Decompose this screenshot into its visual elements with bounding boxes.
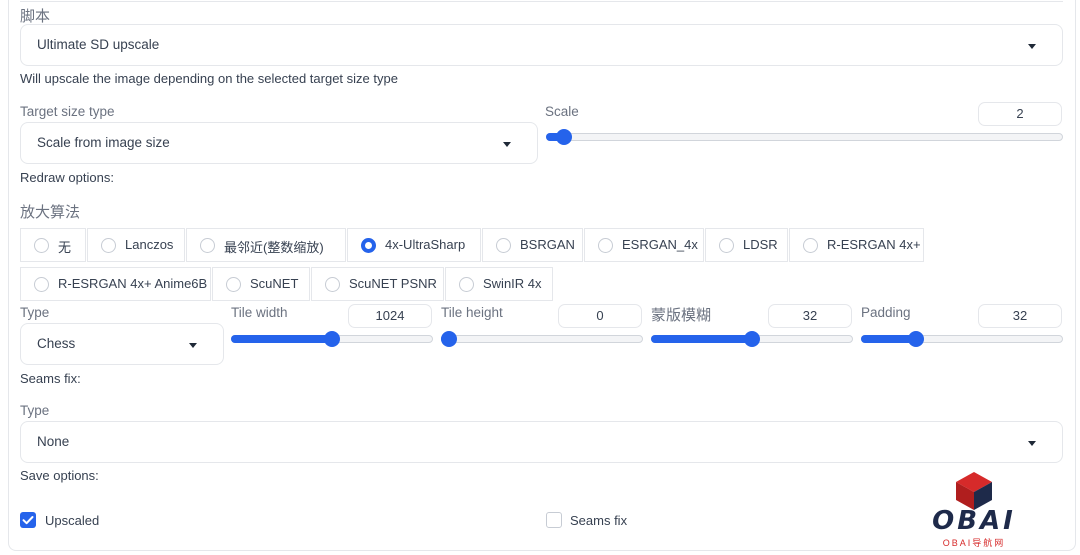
scale-slider[interactable] [546,129,1063,145]
radio-circle [101,238,116,253]
seams-fix-checkbox[interactable] [546,512,562,528]
option-label: BSRGAN [520,237,575,252]
upscaler-option-scunet-psnr[interactable]: ScuNET PSNR [311,267,444,301]
type-dropdown[interactable]: Chess [20,323,224,365]
slider-fill [231,335,332,343]
chevron-down-icon [1028,441,1036,446]
mask-blur-slider[interactable] [651,331,853,347]
target-size-selected-value: Scale from image size [37,135,170,150]
mask-blur-label: 蒙版模糊 [651,307,712,324]
script-selected-value: Ultimate SD upscale [37,37,160,52]
slider-thumb[interactable] [324,331,340,347]
padding-number-input[interactable]: 32 [978,304,1062,328]
radio-circle [34,238,49,253]
tile-width-label: Tile width [231,305,288,320]
slider-thumb[interactable] [556,129,573,145]
seams-fix-selected-value: None [37,434,70,449]
seams-fix-type-label: Type [20,403,50,418]
obai-logo: OBAI OBAI导航网 [922,470,1026,550]
logo-tagline-text: OBAI导航网 [942,538,1006,548]
type-label: Type [20,305,50,320]
option-label: 最邻近(整数缩放) [224,240,324,255]
logo-brand-text: OBAI [932,506,1016,536]
target-size-dropdown[interactable]: Scale from image size [20,122,538,164]
radio-circle-selected [361,238,376,253]
chevron-down-icon [189,343,197,348]
seams-fix-checkbox-label: Seams fix [570,513,628,528]
tile-width-slider[interactable] [231,331,433,347]
upscaled-checkbox[interactable] [20,512,36,528]
scale-number-input[interactable]: 2 [978,102,1062,126]
upscaler-option-r-esrgan-anime6b[interactable]: R-ESRGAN 4x+ Anime6B [20,267,211,301]
seams-fix-type-dropdown[interactable]: None [20,421,1063,463]
option-label: LDSR [743,237,778,252]
upscaler-label: 放大算法 [20,204,81,221]
slider-thumb[interactable] [744,331,760,347]
radio-circle [496,238,511,253]
padding-label: Padding [861,305,911,320]
save-options-label: Save options: [20,468,99,483]
option-label: R-ESRGAN 4x+ [827,237,921,252]
upscaler-option-4x-ultrasharp[interactable]: 4x-UltraSharp [347,228,481,262]
checkmark-icon [22,516,34,525]
redraw-options-label: Redraw options: [20,170,114,185]
option-label: ESRGAN_4x [622,237,698,252]
upscaled-label: Upscaled [45,513,100,528]
target-size-label: Target size type [20,104,115,119]
upscaler-option-scunet[interactable]: ScuNET [212,267,310,301]
tile-width-number-input[interactable]: 1024 [348,304,432,328]
slider-fill [651,335,752,343]
script-label: 脚本 [20,8,51,25]
option-label: R-ESRGAN 4x+ Anime6B [58,276,208,291]
option-label: Lanczos [125,237,174,252]
option-label: SwinIR 4x [483,276,542,291]
radio-circle [226,277,241,292]
radio-circle [803,238,818,253]
radio-circle [34,277,49,292]
radio-circle [200,238,215,253]
upscaler-option-none[interactable]: 无 [20,228,86,262]
slider-track [546,133,1063,141]
script-dropdown[interactable]: Ultimate SD upscale [20,24,1063,66]
radio-circle [325,277,340,292]
top-divider [20,0,1063,2]
option-label: 无 [58,240,72,255]
upscaler-option-esrgan-4x[interactable]: ESRGAN_4x [584,228,704,262]
chevron-down-icon [1028,44,1036,49]
padding-slider[interactable] [861,331,1063,347]
upscaler-option-ldsr[interactable]: LDSR [705,228,788,262]
slider-track [441,335,643,343]
upscaler-option-bsrgan[interactable]: BSRGAN [482,228,583,262]
upscaler-option-r-esrgan-4x-plus[interactable]: R-ESRGAN 4x+ [789,228,924,262]
option-label: ScuNET PSNR [349,276,437,291]
slider-thumb[interactable] [441,331,457,347]
upscaler-option-swinir-4x[interactable]: SwinIR 4x [445,267,553,301]
radio-circle [719,238,734,253]
chevron-down-icon [503,142,511,147]
tile-height-slider[interactable] [441,331,643,347]
upscaler-option-lanczos[interactable]: Lanczos [87,228,185,262]
script-description: Will upscale the image depending on the … [20,71,398,86]
radio-circle [459,277,474,292]
upscaler-option-nearest[interactable]: 最邻近(整数缩放) [186,228,346,262]
tile-height-label: Tile height [441,305,503,320]
seams-fix-label: Seams fix: [20,371,81,386]
option-label: ScuNET [250,276,299,291]
option-label: 4x-UltraSharp [385,237,466,252]
mask-blur-number-input[interactable]: 32 [768,304,852,328]
radio-circle [598,238,613,253]
tile-height-number-input[interactable]: 0 [558,304,642,328]
slider-thumb[interactable] [907,331,924,347]
scale-label: Scale [545,104,579,119]
type-selected-value: Chess [37,336,76,351]
